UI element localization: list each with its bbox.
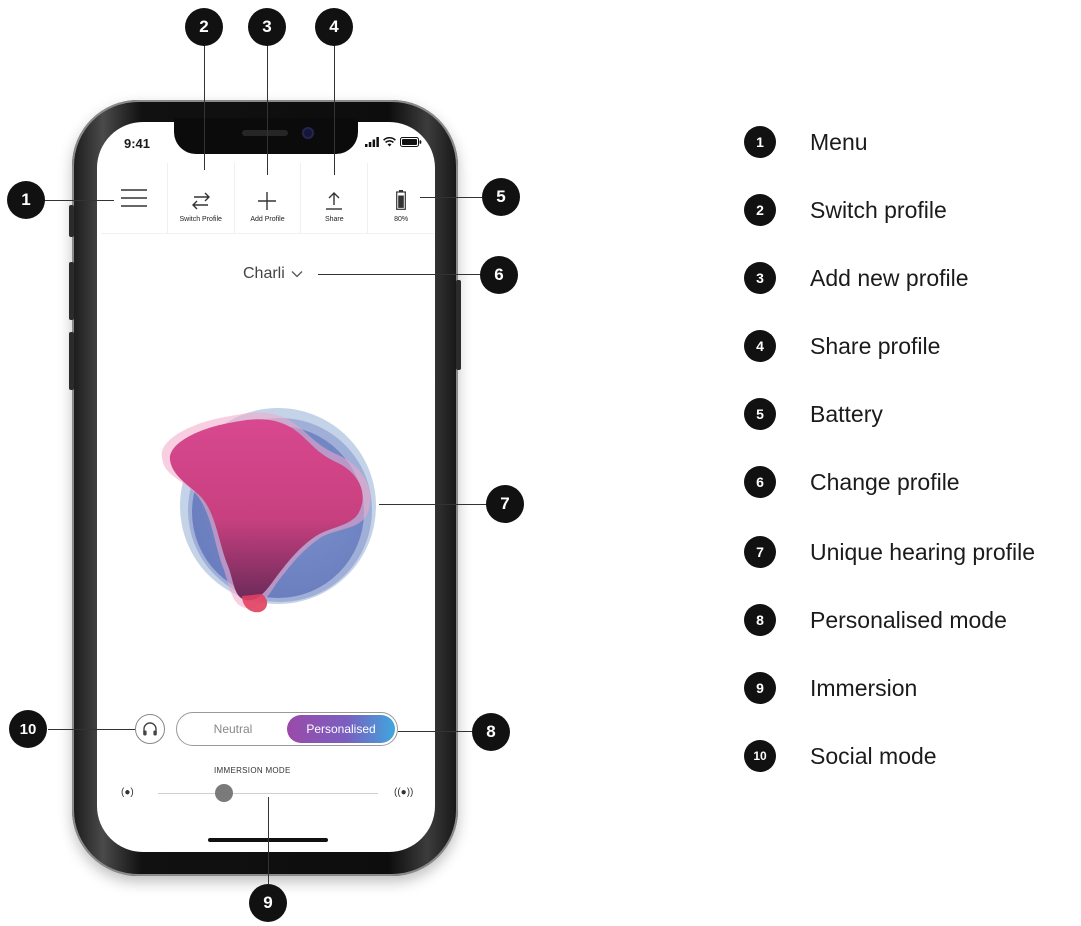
immersion-slider-track[interactable] [158,793,378,794]
callout-line-9 [268,797,269,885]
callout-badge-2: 2 [185,8,223,46]
legend-label-3: Add new profile [810,264,969,291]
plus-icon [258,192,277,210]
callout-badge-8: 8 [472,713,510,751]
legend-label-7: Unique hearing profile [810,538,1036,565]
legend-item-7: 7 Unique hearing profile [744,536,1035,568]
legend-badge-7: 7 [744,536,776,568]
callout-badge-7: 7 [486,485,524,523]
volume-down-button [69,332,74,390]
callout-line-7 [379,504,487,505]
notch [174,118,358,154]
battery-level-label: 80% [394,216,409,223]
callout-badge-4: 4 [315,8,353,46]
legend-item-8: 8 Personalised mode [744,604,1007,636]
high-immersion-icon: ((●)) [394,787,414,798]
legend-badge-10: 10 [744,740,776,772]
callout-badge-5: 5 [482,178,520,216]
menu-button[interactable] [101,163,168,233]
legend-label-4: Share profile [810,332,941,359]
signal-icon [365,137,379,147]
legend-item-5: 5 Battery [744,398,883,430]
callout-line-4 [334,42,335,175]
hearing-profile-visual [161,408,376,613]
legend-item-9: 9 Immersion [744,672,917,704]
legend-badge-4: 4 [744,330,776,362]
wifi-icon [383,137,396,147]
legend-item-2: 2 Switch profile [744,194,947,226]
immersion-slider-thumb[interactable] [215,784,233,802]
status-icons [365,137,422,147]
switch-profile-label: Switch Profile [179,216,222,223]
legend-item-1: 1 Menu [744,126,868,158]
legend-label-10: Social mode [810,742,937,769]
callout-badge-10: 10 [9,710,47,748]
profile-name: Charli [243,265,285,282]
mode-toggle: Neutral Personalised [176,712,398,746]
switch-arrows-icon [191,192,210,210]
front-camera [302,127,314,139]
social-mode-button[interactable] [135,714,165,744]
legend-label-8: Personalised mode [810,606,1007,633]
legend-label-9: Immersion [810,674,918,701]
legend-item-6: 6 Change profile [744,466,960,498]
mode-option-neutral[interactable]: Neutral [179,715,287,743]
callout-line-2 [204,42,205,170]
earpiece-speaker [242,130,288,136]
callout-badge-1: 1 [7,181,45,219]
mute-switch [69,205,74,237]
legend-label-2: Switch profile [810,196,947,223]
callout-line-6 [318,274,480,275]
legend-label-1: Menu [810,128,868,155]
battery-icon [396,190,406,210]
immersion-mode-title: IMMERSION MODE [214,766,291,775]
status-time: 9:41 [124,136,151,151]
switch-profile-button[interactable]: Switch Profile [168,163,235,233]
battery-indicator[interactable]: 80% [368,163,434,233]
add-profile-label: Add Profile [250,216,285,223]
volume-up-button [69,262,74,320]
legend-badge-8: 8 [744,604,776,636]
legend-badge-2: 2 [744,194,776,226]
legend-label-6: Change profile [810,468,960,495]
chevron-down-icon [291,271,303,278]
callout-line-8 [398,731,472,732]
low-immersion-icon: (●) [121,787,134,798]
legend-badge-9: 9 [744,672,776,704]
share-label: Share [324,216,344,223]
share-upload-icon [326,192,343,210]
legend-item-4: 4 Share profile [744,330,940,362]
battery-status-icon [400,137,422,147]
change-profile-dropdown[interactable]: Charli [243,265,303,283]
legend-label-5: Battery [810,400,883,427]
callout-line-5 [420,197,482,198]
callout-badge-9: 9 [249,884,287,922]
hamburger-menu-icon [120,189,147,207]
legend-item-10: 10 Social mode [744,740,937,772]
callout-badge-3: 3 [248,8,286,46]
callout-line-1 [42,200,114,201]
legend-badge-6: 6 [744,466,776,498]
legend-badge-3: 3 [744,262,776,294]
callout-line-10 [48,729,135,730]
mode-option-personalised[interactable]: Personalised [287,715,395,743]
legend-item-3: 3 Add new profile [744,262,969,294]
callout-line-3 [267,42,268,175]
callout-badge-6: 6 [480,256,518,294]
power-button [456,280,461,370]
legend-badge-1: 1 [744,126,776,158]
headphones-icon [143,722,157,736]
legend-badge-5: 5 [744,398,776,430]
